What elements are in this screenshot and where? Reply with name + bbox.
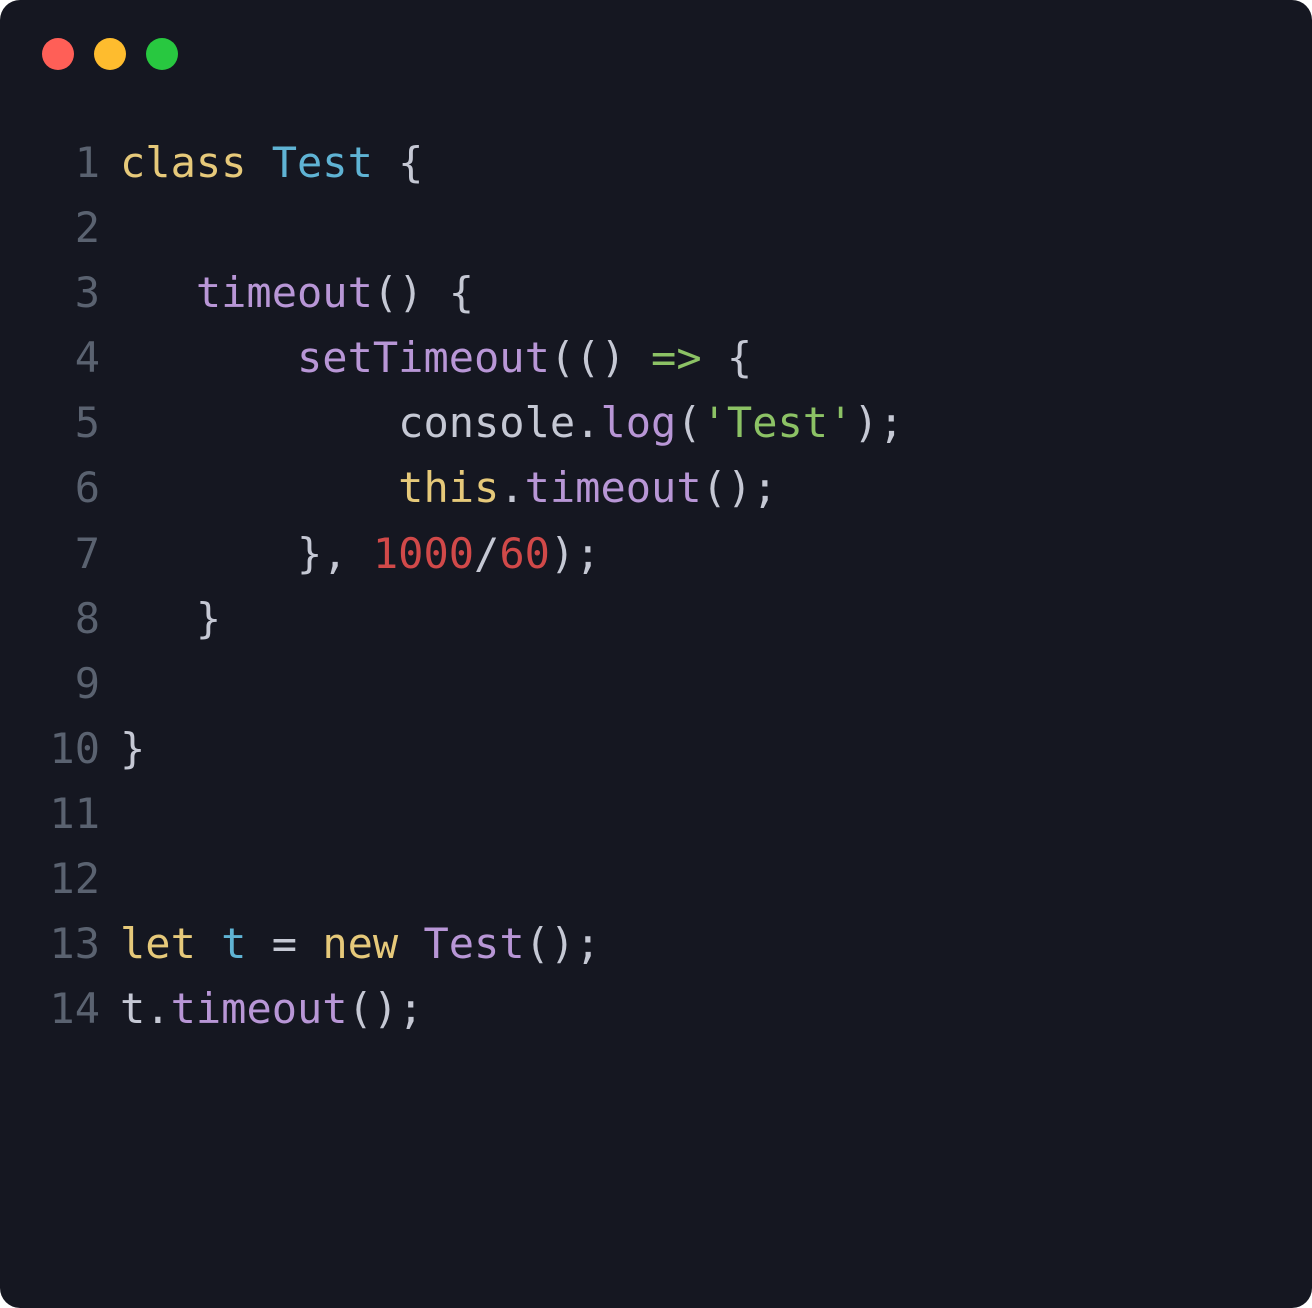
code-token: timeout bbox=[171, 984, 348, 1033]
code-token: { bbox=[702, 333, 753, 382]
code-line: 6 this.timeout(); bbox=[42, 455, 1270, 520]
code-line: 13 let t = new Test(); bbox=[42, 911, 1270, 976]
maximize-icon[interactable] bbox=[146, 38, 178, 70]
code-line: 5 console.log('Test'); bbox=[42, 390, 1270, 455]
code-token bbox=[246, 138, 271, 187]
code-line: 14 t.timeout(); bbox=[42, 976, 1270, 1041]
code-window: 1class Test {2 3 timeout() {4 setTimeout… bbox=[0, 0, 1312, 1308]
code-token: / bbox=[474, 529, 499, 578]
code-line: 3 timeout() { bbox=[42, 260, 1270, 325]
code-content: class Test { bbox=[120, 130, 423, 195]
code-token: t bbox=[221, 919, 246, 968]
code-token: t bbox=[120, 984, 145, 1033]
code-token bbox=[120, 333, 297, 382]
code-line: 2 bbox=[42, 195, 1270, 260]
line-number: 12 bbox=[42, 846, 100, 911]
code-content bbox=[120, 846, 145, 911]
code-token: (() bbox=[550, 333, 651, 382]
code-token: } bbox=[120, 594, 221, 643]
window-titlebar bbox=[0, 0, 1312, 70]
code-line: 8 } bbox=[42, 586, 1270, 651]
code-token: () { bbox=[373, 268, 474, 317]
code-token bbox=[120, 268, 196, 317]
code-token: let bbox=[120, 919, 196, 968]
code-content: } bbox=[120, 716, 145, 781]
code-token: Test bbox=[272, 138, 373, 187]
code-token: setTimeout bbox=[297, 333, 550, 382]
code-token: ); bbox=[853, 398, 904, 447]
code-token bbox=[398, 919, 423, 968]
code-content: let t = new Test(); bbox=[120, 911, 600, 976]
code-token: (); bbox=[525, 919, 601, 968]
code-token: ); bbox=[550, 529, 601, 578]
line-number: 1 bbox=[42, 130, 100, 195]
code-line: 12 bbox=[42, 846, 1270, 911]
code-line: 7 }, 1000/60); bbox=[42, 521, 1270, 586]
code-line: 1 class Test { bbox=[42, 130, 1270, 195]
line-number: 11 bbox=[42, 781, 100, 846]
code-token: = bbox=[246, 919, 322, 968]
line-number: 4 bbox=[42, 325, 100, 390]
code-content: setTimeout(() => { bbox=[120, 325, 752, 390]
code-token: Test bbox=[423, 919, 524, 968]
code-token: 60 bbox=[499, 529, 550, 578]
code-token: new bbox=[322, 919, 398, 968]
line-number: 10 bbox=[42, 716, 100, 781]
code-token: ( bbox=[676, 398, 701, 447]
code-line: 11 bbox=[42, 781, 1270, 846]
code-token: (); bbox=[348, 984, 424, 1033]
code-token: => bbox=[651, 333, 702, 382]
code-token: . bbox=[145, 984, 170, 1033]
code-token: timeout bbox=[525, 463, 702, 512]
line-number: 8 bbox=[42, 586, 100, 651]
code-content: console.log('Test'); bbox=[120, 390, 904, 455]
code-token: console bbox=[398, 398, 575, 447]
code-editor[interactable]: 1class Test {2 3 timeout() {4 setTimeout… bbox=[0, 70, 1312, 1083]
code-token: } bbox=[120, 724, 145, 773]
line-number: 5 bbox=[42, 390, 100, 455]
code-content bbox=[120, 195, 145, 260]
line-number: 3 bbox=[42, 260, 100, 325]
line-number: 6 bbox=[42, 455, 100, 520]
line-number: 7 bbox=[42, 521, 100, 586]
line-number: 2 bbox=[42, 195, 100, 260]
code-token: class bbox=[120, 138, 246, 187]
code-content bbox=[120, 651, 145, 716]
code-content: timeout() { bbox=[120, 260, 474, 325]
code-token: { bbox=[373, 138, 424, 187]
line-number: 14 bbox=[42, 976, 100, 1041]
line-number: 13 bbox=[42, 911, 100, 976]
close-icon[interactable] bbox=[42, 38, 74, 70]
minimize-icon[interactable] bbox=[94, 38, 126, 70]
code-line: 9 bbox=[42, 651, 1270, 716]
code-content: this.timeout(); bbox=[120, 455, 777, 520]
code-token: . bbox=[499, 463, 524, 512]
code-content: } bbox=[120, 586, 221, 651]
code-token: this bbox=[398, 463, 499, 512]
code-line: 10} bbox=[42, 716, 1270, 781]
code-content: t.timeout(); bbox=[120, 976, 423, 1041]
code-token bbox=[196, 919, 221, 968]
code-token: 1000 bbox=[373, 529, 474, 578]
code-line: 4 setTimeout(() => { bbox=[42, 325, 1270, 390]
code-token: }, bbox=[120, 529, 373, 578]
code-token: log bbox=[600, 398, 676, 447]
code-token: timeout bbox=[196, 268, 373, 317]
line-number: 9 bbox=[42, 651, 100, 716]
code-token: (); bbox=[702, 463, 778, 512]
code-token bbox=[120, 463, 398, 512]
code-token: 'Test' bbox=[702, 398, 854, 447]
code-token bbox=[120, 398, 398, 447]
code-token: . bbox=[575, 398, 600, 447]
code-content: }, 1000/60); bbox=[120, 521, 600, 586]
code-content bbox=[120, 781, 145, 846]
